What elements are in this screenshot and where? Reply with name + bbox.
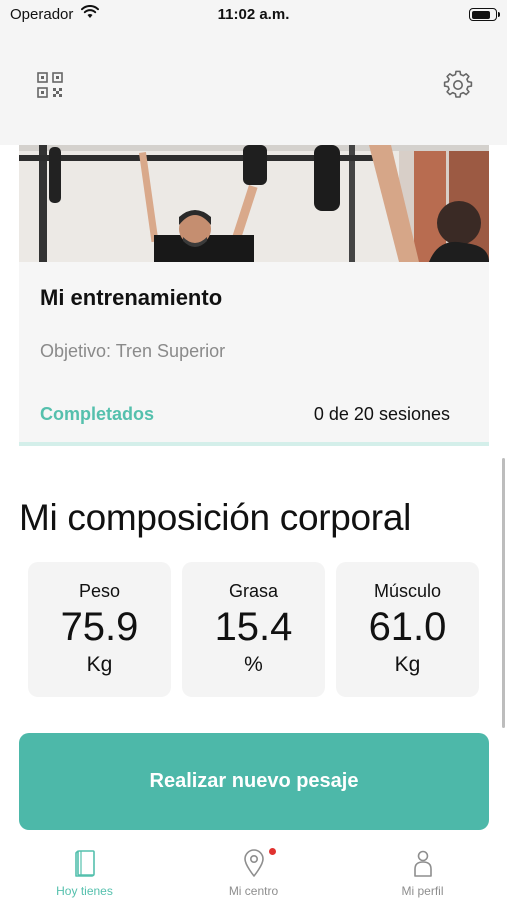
- tab-mi-perfil[interactable]: Mi perfil: [338, 840, 507, 900]
- workout-goal: Objetivo: Tren Superior: [40, 341, 226, 361]
- tab-label: Mi perfil: [401, 884, 444, 898]
- gear-icon[interactable]: [443, 70, 473, 100]
- metric-value: 15.4: [214, 605, 293, 649]
- body-composition-title: Mi composición corporal: [19, 497, 412, 538]
- tab-mi-centro[interactable]: Mi centro: [169, 840, 338, 900]
- tab-hoy-tienes[interactable]: Hoy tienes: [0, 840, 169, 900]
- workout-title: Mi entrenamiento: [40, 285, 223, 310]
- workout-card[interactable]: Mi entrenamiento Objetivo: Tren Superior…: [19, 145, 489, 446]
- sessions-count: 0 de 20 sesiones: [313, 404, 450, 424]
- battery-level: [471, 10, 491, 19]
- top-nav: [0, 30, 507, 145]
- tab-bar: Hoy tienes Mi centro Mi perfil: [0, 840, 507, 900]
- battery-icon: [469, 8, 500, 21]
- metric-card-fat: Grasa 15.4 %: [182, 562, 325, 697]
- metric-unit: Kg: [86, 653, 113, 676]
- qr-code-icon[interactable]: [35, 70, 65, 100]
- metric-value: 61.0: [368, 605, 447, 649]
- metric-label: Peso: [78, 581, 121, 601]
- metric-unit: Kg: [394, 653, 421, 676]
- metric-card-weight: Peso 75.9 Kg: [28, 562, 171, 697]
- app-screen: Operador 11:02 a.m. Mi entrenamiento Obj…: [0, 0, 507, 900]
- person-icon: [413, 850, 432, 877]
- sessions-progress-bar: [19, 442, 489, 446]
- metric-label: Músculo: [373, 581, 442, 601]
- metric-unit: %: [244, 653, 263, 676]
- new-weighing-button[interactable]: Realizar nuevo pesaje: [19, 733, 489, 830]
- metric-value: 75.9: [60, 605, 139, 649]
- clock: 11:02 a.m.: [217, 6, 290, 23]
- metric-card-muscle: Músculo 61.0 Kg: [336, 562, 479, 697]
- status-bar: Operador 11:02 a.m.: [0, 0, 507, 30]
- tab-label: Mi centro: [228, 884, 279, 898]
- location-pin-icon: [243, 849, 264, 877]
- tab-label: Hoy tienes: [56, 884, 113, 898]
- notification-dot: [269, 848, 276, 855]
- book-icon: [74, 850, 95, 877]
- scroll-indicator[interactable]: [502, 458, 505, 728]
- metric-label: Grasa: [228, 581, 279, 601]
- workout-hero-image: [19, 145, 489, 262]
- completed-label: Completados: [40, 404, 155, 424]
